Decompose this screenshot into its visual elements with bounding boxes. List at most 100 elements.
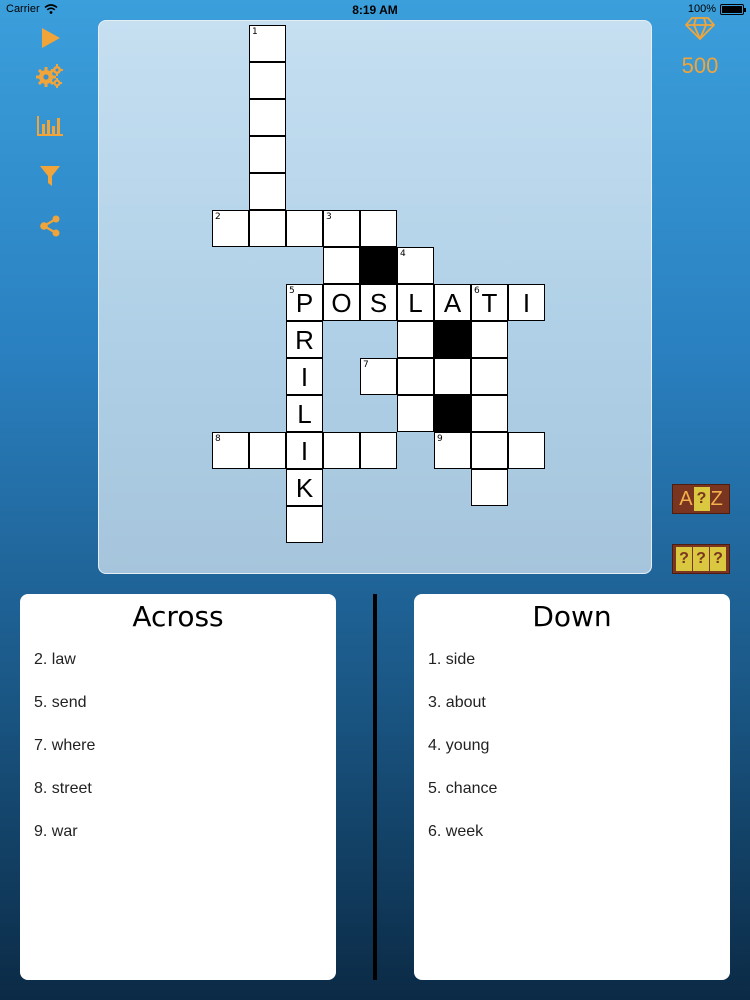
crossword-cell[interactable] (434, 358, 471, 395)
crossword-cell[interactable]: O (323, 284, 360, 321)
down-clue-list: 1. side 3. about 4. young 5. chance 6. w… (414, 651, 730, 866)
across-clue-item[interactable]: 8. street (34, 780, 336, 823)
crossword-cell[interactable] (249, 210, 286, 247)
share-icon (40, 215, 60, 237)
stats-button[interactable] (30, 108, 70, 144)
reveal-letter-button[interactable]: A ? Z (672, 484, 730, 514)
crossword-cell[interactable] (360, 210, 397, 247)
across-clue-item[interactable]: 5. send (34, 694, 336, 737)
crossword-cell[interactable]: S (360, 284, 397, 321)
cell-letter: T (481, 287, 498, 318)
down-clue-item[interactable]: 6. week (428, 823, 730, 866)
crossword-cell[interactable] (249, 173, 286, 210)
crossword-cell[interactable] (471, 432, 508, 469)
cell-letter: L (297, 398, 312, 429)
filter-button[interactable] (30, 158, 70, 194)
crossword-cell[interactable]: 5P (286, 284, 323, 321)
crossword-block-cell (434, 321, 471, 358)
crossword-block-cell (434, 395, 471, 432)
crossword-cell[interactable] (508, 432, 545, 469)
crossword-cell[interactable] (249, 432, 286, 469)
clue-number: 7 (363, 360, 369, 370)
crossword-cell[interactable] (286, 506, 323, 543)
crossword-cell[interactable] (249, 99, 286, 136)
hint-question-box-2: ? (693, 547, 709, 571)
crossword-cell[interactable]: K (286, 469, 323, 506)
crossword-cell[interactable] (471, 321, 508, 358)
crossword-cell[interactable]: 9 (434, 432, 471, 469)
crossword-board: 12345POSLA6TIRI7L8I9K (98, 20, 652, 574)
crossword-cell[interactable]: R (286, 321, 323, 358)
cell-letter: I (522, 287, 531, 318)
play-icon (42, 28, 60, 48)
status-time: 8:19 AM (352, 3, 398, 17)
crossword-cell[interactable] (323, 247, 360, 284)
crossword-cell[interactable] (249, 136, 286, 173)
clue-number: 2 (215, 212, 221, 222)
across-clue-item[interactable]: 2. law (34, 651, 336, 694)
gem-count: 500 (681, 53, 719, 78)
share-button[interactable] (30, 208, 70, 244)
down-clue-item[interactable]: 1. side (428, 651, 730, 694)
down-clue-item[interactable]: 5. chance (428, 780, 730, 823)
crossword-cell[interactable] (360, 432, 397, 469)
crossword-cell[interactable] (471, 358, 508, 395)
crossword-cell[interactable] (286, 210, 323, 247)
hint-question-box-1: ? (676, 547, 692, 571)
crossword-cell[interactable] (471, 395, 508, 432)
crossword-cell[interactable]: 4 (397, 247, 434, 284)
cell-letter: I (300, 435, 309, 466)
battery-icon (720, 3, 746, 15)
cell-letter: A (443, 287, 462, 318)
crossword-cell[interactable]: L (397, 284, 434, 321)
crossword-cell[interactable]: 7 (360, 358, 397, 395)
crossword-cell[interactable]: 3 (323, 210, 360, 247)
crossword-cell[interactable]: 1 (249, 25, 286, 62)
crossword-cell[interactable]: 8 (212, 432, 249, 469)
clue-number: 6 (474, 286, 480, 296)
crossword-cell[interactable]: 6T (471, 284, 508, 321)
crossword-block-cell (360, 247, 397, 284)
gem-counter: 500 (668, 16, 732, 79)
clue-number: 1 (252, 27, 258, 37)
clue-number: 3 (326, 212, 332, 222)
across-clue-item[interactable]: 9. war (34, 823, 336, 866)
across-clue-list: 2. law 5. send 7. where 8. street 9. war (20, 651, 336, 866)
hint-letter-z: Z (710, 487, 723, 510)
down-title: Down (532, 600, 612, 633)
crossword-cell[interactable] (323, 432, 360, 469)
crossword-cell[interactable] (397, 395, 434, 432)
stats-chart-icon (37, 116, 63, 136)
crossword-cell[interactable]: I (286, 432, 323, 469)
cell-letter: R (295, 324, 314, 355)
cell-letter: S (369, 287, 388, 318)
cell-letter: O (331, 287, 352, 318)
status-bar: Carrier 8:19 AM 100% (0, 0, 750, 20)
down-clue-item[interactable]: 4. young (428, 737, 730, 780)
crossword-cell[interactable]: I (508, 284, 545, 321)
panel-divider (373, 594, 377, 980)
hint-letter-a: A (679, 487, 693, 510)
filter-icon (40, 166, 60, 186)
battery-info: 100% (688, 3, 746, 15)
crossword-cell[interactable]: I (286, 358, 323, 395)
crossword-cell[interactable] (249, 62, 286, 99)
down-clue-item[interactable]: 3. about (428, 694, 730, 737)
crossword-cell[interactable]: 2 (212, 210, 249, 247)
clue-number: 9 (437, 434, 443, 444)
settings-button[interactable] (30, 58, 70, 94)
hint-question-box-3: ? (710, 547, 726, 571)
cell-letter: K (295, 472, 314, 503)
crossword-cell[interactable] (397, 358, 434, 395)
reveal-word-button[interactable]: ? ? ? (672, 544, 730, 574)
across-clue-item[interactable]: 7. where (34, 737, 336, 780)
cell-letter: L (408, 287, 423, 318)
crossword-cell[interactable] (471, 469, 508, 506)
crossword-cell[interactable]: A (434, 284, 471, 321)
play-button[interactable] (30, 20, 70, 56)
diamond-icon (684, 17, 716, 41)
cell-letter: P (295, 287, 314, 318)
crossword-cell[interactable] (397, 321, 434, 358)
crossword-cell[interactable]: L (286, 395, 323, 432)
clue-number: 5 (289, 286, 295, 296)
